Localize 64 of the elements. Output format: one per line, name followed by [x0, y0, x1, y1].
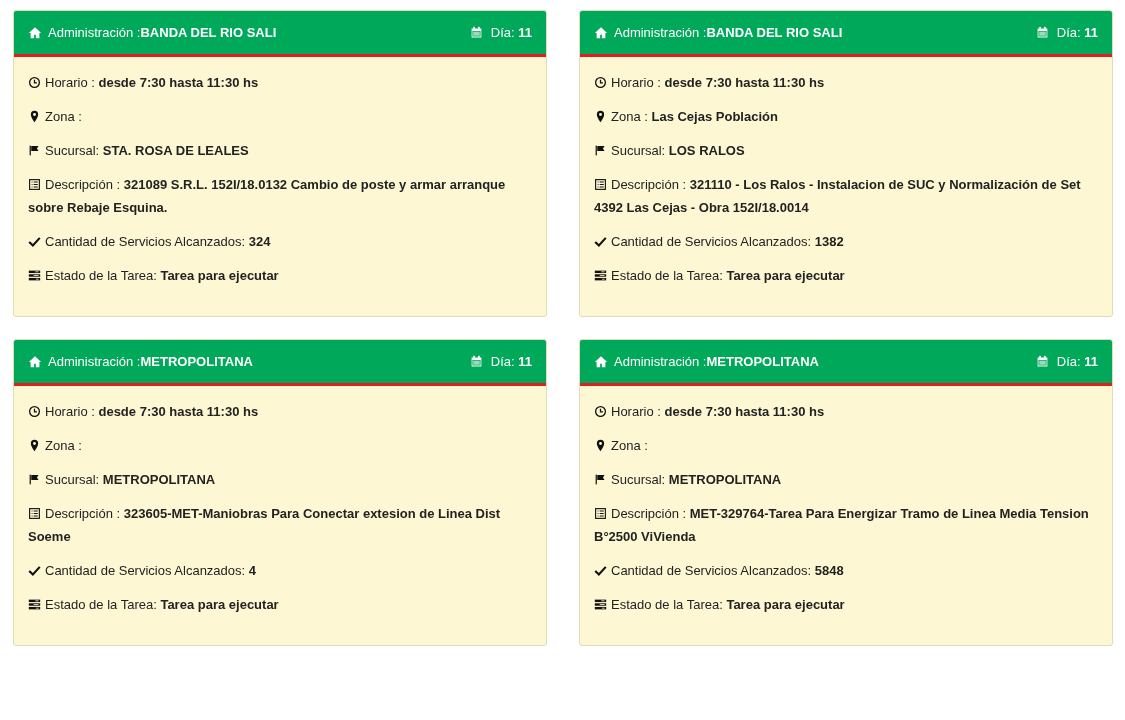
- field-text: Zona :: [594, 434, 1098, 457]
- house-icon: [594, 354, 608, 369]
- house-icon: [594, 25, 608, 40]
- field-text: Estado de la Tarea: Tarea para ejecutar: [594, 593, 1098, 616]
- day-label: Día: 11: [1056, 352, 1098, 371]
- administration-title: Administración :METROPOLITANA: [48, 352, 253, 371]
- field-text: Descripción : 321110 - Los Ralos - Instalacion de SUC y Normalización de Set 4392 Las Cejas - Obra 152I/18.0014: [594, 176, 1082, 217]
- tasks-icon: [28, 598, 41, 611]
- field-text: Descripción : 323605-MET-Maniobras Para Conectar extesion de Linea Dist Soeme: [28, 505, 502, 546]
- administration-title: Administración :BANDA DEL RIO SALI: [614, 23, 843, 42]
- flag-icon: [594, 144, 607, 157]
- clock-icon: [594, 405, 607, 418]
- field-text: Cantidad de Servicios Alcanzados: 4: [28, 559, 532, 582]
- list-icon: [28, 178, 41, 191]
- flag-icon: [28, 144, 41, 157]
- tasks-icon: [594, 598, 607, 611]
- check-icon: [28, 235, 41, 248]
- field-text: Sucursal: STA. ROSA DE LEALES: [28, 139, 532, 162]
- clock-icon: [28, 76, 41, 89]
- field-text: Cantidad de Servicios Alcanzados: 324: [28, 230, 532, 253]
- flag-icon: [28, 473, 41, 486]
- calendar-icon: [469, 355, 483, 368]
- field-text: Horario : desde 7:30 hasta 11:30 hs: [28, 400, 532, 423]
- map-pin-icon: [28, 110, 41, 123]
- tasks-icon: [28, 269, 41, 282]
- house-icon: [28, 354, 42, 369]
- administration-title: Administración :BANDA DEL RIO SALI: [48, 23, 277, 42]
- flag-icon: [594, 473, 607, 486]
- list-icon: [594, 178, 607, 191]
- field-text: Descripción : MET-329764-Tarea Para Energizar Tramo de Linea Media Tension B°2500 ViVienda: [594, 505, 1090, 546]
- check-icon: [594, 235, 607, 248]
- field-text: Estado de la Tarea: Tarea para ejecutar: [28, 264, 532, 287]
- day-label: Día: 11: [1056, 23, 1098, 42]
- day-label: Día: 11: [490, 352, 532, 371]
- map-pin-icon: [28, 439, 41, 452]
- tasks-icon: [594, 269, 607, 282]
- field-text: Cantidad de Servicios Alcanzados: 5848: [594, 559, 1098, 582]
- field-text: Sucursal: METROPOLITANA: [28, 468, 532, 491]
- calendar-icon: [1035, 355, 1049, 368]
- field-text: Sucursal: LOS RALOS: [594, 139, 1098, 162]
- check-icon: [28, 564, 41, 577]
- field-text: Horario : desde 7:30 hasta 11:30 hs: [28, 71, 532, 94]
- clock-icon: [28, 405, 41, 418]
- field-text: Zona :: [28, 105, 532, 128]
- field-text: Descripción : 321089 S.R.L. 152I/18.0132 Cambio de poste y armar arranque sobre Rebaje Esquina.: [28, 176, 507, 217]
- list-icon: [594, 507, 607, 520]
- check-icon: [594, 564, 607, 577]
- field-text: Sucursal: METROPOLITANA: [594, 468, 1098, 491]
- calendar-icon: [1035, 26, 1049, 39]
- field-text: Cantidad de Servicios Alcanzados: 1382: [594, 230, 1098, 253]
- calendar-icon: [469, 26, 483, 39]
- field-text: Horario : desde 7:30 hasta 11:30 hs: [594, 71, 1098, 94]
- clock-icon: [594, 76, 607, 89]
- field-text: Estado de la Tarea: Tarea para ejecutar: [28, 593, 532, 616]
- house-icon: [28, 25, 42, 40]
- map-pin-icon: [594, 439, 607, 452]
- list-icon: [28, 507, 41, 520]
- field-text: Horario : desde 7:30 hasta 11:30 hs: [594, 400, 1098, 423]
- day-label: Día: 11: [490, 23, 532, 42]
- field-text: Zona :: [28, 434, 532, 457]
- map-pin-icon: [594, 110, 607, 123]
- field-text: Zona : Las Cejas Población: [594, 105, 1098, 128]
- field-text: Estado de la Tarea: Tarea para ejecutar: [594, 264, 1098, 287]
- administration-title: Administración :METROPOLITANA: [614, 352, 819, 371]
